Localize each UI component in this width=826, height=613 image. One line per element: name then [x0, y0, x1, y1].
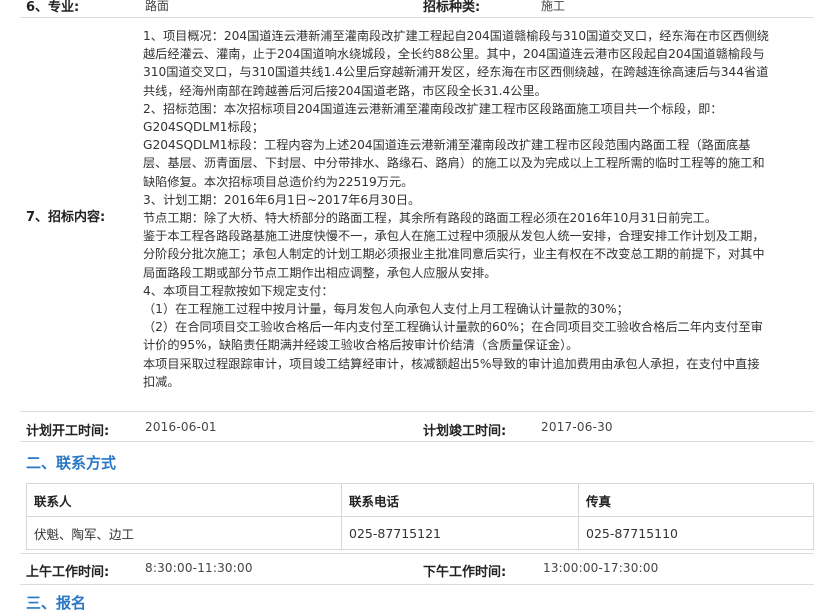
divider	[20, 441, 814, 442]
bid-content-line: 分阶段分批次施工；承包人制定的计划工期必须报业主批准同意后实行，业主有权在不改变…	[143, 247, 765, 262]
bid-content-line: 节点工期：除了大桥、特大桥部分的路面工程，其余所有路段的路面工程必须在2016年…	[143, 211, 717, 226]
field-value-bid-type: 施工	[541, 0, 566, 13]
bid-content-line: 层、基层、沥青面层、下封层、中分带排水、路缘石、路肩）的施工以及为完成以上工程所…	[143, 156, 765, 171]
bid-content-line: 共线，经海州南部在跨越善后河后接204国道老路，市区段全长31.4公里。	[143, 83, 547, 98]
bid-content-line: 4、本项目工程款按如下规定支付：	[143, 283, 334, 298]
column-header-phone: 联系电话	[341, 483, 579, 517]
cell-contact-person: 伏魁、陶军、边工	[26, 516, 342, 550]
field-label-bid-type: 招标种类:	[423, 0, 481, 15]
cell-fax: 025-87715110	[578, 516, 814, 550]
divider	[20, 584, 814, 585]
bid-content-line: 本项目采取过程跟踪审计，项目竣工结算经审计，核减额超出5%导致的审计追加费用由承…	[143, 356, 760, 371]
field-value-am-hours: 8:30:00-11:30:00	[145, 561, 253, 575]
bid-content-line: 计价的95%，缺陷责任期满并经竣工验收合格后按审计价结清（含质量保证金）。	[143, 338, 579, 353]
table-header-row: 联系人 联系电话 传真	[26, 483, 814, 517]
bid-content-line: 310国道交叉口，与310国道共线1.4公里后穿越新浦开发区，经东海在市区西侧绕…	[143, 65, 769, 80]
field-value-pm-hours: 13:00:00-17:30:00	[543, 561, 659, 575]
bid-content-line: 3、计划工期：2016年6月1日~2017年6月30日。	[143, 192, 421, 207]
bid-content-line: 鉴于本工程各路段路基施工进度快慢不一，承包人在施工过程中须服从发包人统一安排，合…	[143, 229, 765, 244]
bid-content-text: 1、项目概况：204国道连云港新浦至灌南段改扩建工程起自204国道赣榆段与310…	[143, 27, 813, 391]
divider	[20, 411, 814, 412]
field-value-planned-start: 2016-06-01	[145, 420, 217, 434]
field-label-planned-end: 计划竣工时间:	[423, 424, 507, 439]
column-header-fax: 传真	[578, 483, 814, 517]
bid-content-line: （2）在合同项目交工验收合格后一年内支付至工程确认计量款的60%；在合同项目交工…	[143, 320, 763, 335]
field-label-am-hours: 上午工作时间:	[26, 565, 110, 580]
bid-content-line: 局面路段工期或部分节点工期作出相应调整，承包人应服从安排。	[143, 265, 497, 280]
bid-content-line: 2、招标范围：本次招标项目204国道连云港新浦至灌南段改扩建工程市区段路面施工项…	[143, 101, 723, 116]
field-value-planned-end: 2017-06-30	[541, 420, 613, 434]
section-title-contact: 二、联系方式	[26, 454, 117, 472]
column-header-contact-person: 联系人	[26, 483, 342, 517]
field-label-planned-start: 计划开工时间:	[26, 424, 110, 439]
field-label-specialty: 6、专业:	[26, 0, 80, 15]
bid-content-line: G204SQDLM1标段；	[143, 120, 265, 135]
bid-content-line: 缺陷修复。本次招标项目总造价约为22519万元。	[143, 174, 414, 189]
divider	[20, 17, 814, 18]
table-row: 伏魁、陶军、边工 025-87715121 025-87715110	[26, 516, 814, 550]
cell-phone: 025-87715121	[341, 516, 579, 550]
field-value-specialty: 路面	[145, 0, 170, 13]
field-label-bid-content: 7、招标内容:	[26, 210, 106, 225]
divider	[20, 553, 814, 554]
bid-content-line: G204SQDLM1标段：工程内容为上述204国道连云港新浦至灌南段改扩建工程市…	[143, 138, 751, 153]
bid-content-line: 越后经灌云、灌南，止于204国道响水绕城段，全长约88公里。其中，204国道连云…	[143, 47, 765, 62]
bid-content-line: （1）在工程施工过程中按月计量，每月发包人向承包人支付上月工程确认计量款的30%…	[143, 302, 629, 317]
bid-content-line: 1、项目概况：204国道连云港新浦至灌南段改扩建工程起自204国道赣榆段与310…	[143, 29, 769, 43]
bid-content-line: 扣减。	[143, 374, 180, 389]
section-title-registration: 三、报名	[26, 594, 87, 612]
field-label-pm-hours: 下午工作时间:	[423, 565, 507, 580]
contact-table: 联系人 联系电话 传真 伏魁、陶军、边工 025-87715121 025-87…	[26, 483, 814, 550]
